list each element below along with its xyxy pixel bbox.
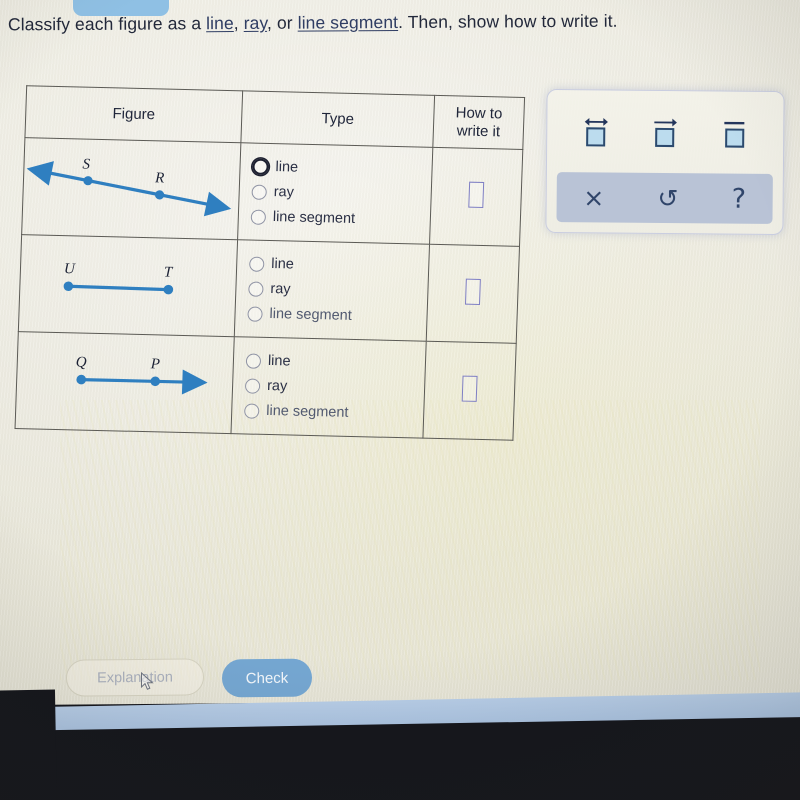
explanation-button[interactable]: Explanation: [65, 658, 205, 697]
option-label-row2-ray: ray: [270, 281, 291, 298]
option-label-row3-ray: ray: [266, 377, 288, 395]
table-row: U T line ray line segment: [18, 234, 520, 344]
figure-point-label-Q: Q: [76, 354, 88, 370]
double-arrow-icon: [583, 116, 609, 127]
answer-input-row3[interactable]: [461, 375, 478, 402]
figure-segment-UT: U T: [63, 261, 175, 295]
option-label-row1-ray: ray: [273, 184, 295, 201]
placeholder-box-icon: [724, 128, 745, 148]
figure-point-label-P: P: [150, 356, 161, 372]
figure-cell-row3: Q P: [15, 331, 235, 434]
figure-cell-row2: U T: [18, 234, 238, 337]
palette-action-bar: × ↺ ?: [556, 172, 773, 224]
table-row: Q P line ray line segment: [15, 331, 517, 441]
option-label-row3-line: line: [267, 352, 291, 370]
answer-cell-row1: [429, 147, 523, 247]
radio-row2-ray[interactable]: [248, 281, 264, 297]
segment-notation-button[interactable]: [719, 113, 749, 148]
type-cell-row3: line ray line segment: [230, 336, 427, 439]
figure-point-R: [154, 190, 165, 200]
radio-row3-line[interactable]: [245, 352, 262, 369]
figure-cell-row1: S R: [21, 137, 241, 240]
figure-point-P: [150, 376, 161, 387]
photo-dark-border-bottom: [0, 716, 800, 800]
overbar-icon: [722, 117, 748, 128]
clear-icon[interactable]: ×: [583, 183, 604, 212]
math-tool-palette: × ↺ ?: [545, 88, 785, 236]
option-label-row1-line-segment: line segment: [272, 209, 356, 227]
placeholder-box-icon: [586, 127, 606, 147]
figure-point-label-S: S: [82, 157, 91, 173]
radio-row1-line-segment[interactable]: [250, 209, 267, 225]
figure-point-Q: [76, 374, 87, 385]
option-label-row1-line: line: [275, 159, 299, 176]
column-header-line2: write it: [456, 121, 501, 140]
glossary-link-ray[interactable]: ray: [244, 13, 267, 33]
option-label-row3-line-segment: line segment: [265, 402, 349, 421]
prompt-text-before: Classify each figure as a: [7, 13, 207, 35]
line-notation-button[interactable]: [581, 112, 611, 147]
help-icon[interactable]: ?: [732, 183, 747, 214]
radio-row3-ray[interactable]: [244, 377, 261, 394]
radio-row2-line[interactable]: [249, 256, 265, 272]
figure-point-label-U: U: [64, 261, 77, 277]
ray-notation-button[interactable]: [650, 113, 680, 148]
glossary-link-line-segment[interactable]: line segment: [298, 12, 399, 33]
prompt-sep-1: ,: [233, 12, 244, 34]
figure-point-T: [163, 284, 174, 295]
radio-row1-line[interactable]: [252, 158, 269, 175]
glossary-link-line[interactable]: line: [206, 13, 234, 33]
column-header-figure: Figure: [24, 85, 243, 143]
classification-table-container: Figure Type How to write it S R line ray…: [15, 85, 525, 441]
right-arrow-icon: [652, 117, 678, 128]
figure-ray-QP: Q P: [76, 354, 208, 395]
type-cell-row2: line ray line segment: [234, 239, 430, 342]
figure-line-SR: S R: [26, 157, 232, 217]
option-label-row2-line: line: [270, 256, 295, 273]
figure-point-U: [63, 281, 74, 292]
option-row3-line-segment[interactable]: line segment: [244, 398, 424, 427]
radio-row1-ray[interactable]: [251, 184, 267, 200]
table-row: S R line ray line segment: [21, 137, 523, 247]
screenshot-root: Classify each figure as a line, ray, or …: [0, 0, 800, 800]
option-row2-line-segment[interactable]: line segment: [247, 301, 427, 330]
check-button[interactable]: Check: [221, 658, 313, 698]
answer-input-row2[interactable]: [465, 278, 481, 305]
prompt-text-after: . Then, show how to write it.: [398, 10, 618, 33]
placeholder-box-icon: [655, 127, 675, 148]
radio-row2-line-segment[interactable]: [247, 305, 263, 322]
figure-point-label-R: R: [154, 170, 165, 186]
notation-button-group: [547, 90, 784, 170]
radio-row3-line-segment[interactable]: [244, 402, 260, 419]
undo-icon[interactable]: ↺: [657, 183, 678, 212]
figure-point-S: [83, 176, 93, 186]
option-row1-line-segment[interactable]: line segment: [250, 204, 430, 233]
answer-cell-row2: [426, 244, 520, 344]
option-label-row2-line-segment: line segment: [269, 306, 353, 324]
photo-dark-border-left: [0, 689, 58, 800]
column-header-how-to-write-it: How to write it: [432, 95, 525, 150]
figure-point-label-T: T: [164, 265, 175, 281]
type-cell-row1: line ray line segment: [237, 142, 433, 245]
prompt-sep-2: , or: [266, 12, 298, 33]
answer-cell-row3: [422, 341, 517, 441]
column-header-line1: How to: [455, 104, 503, 123]
column-header-type: Type: [240, 90, 435, 148]
answer-input-row1[interactable]: [468, 181, 485, 208]
classification-table: Figure Type How to write it S R line ray…: [15, 85, 526, 441]
